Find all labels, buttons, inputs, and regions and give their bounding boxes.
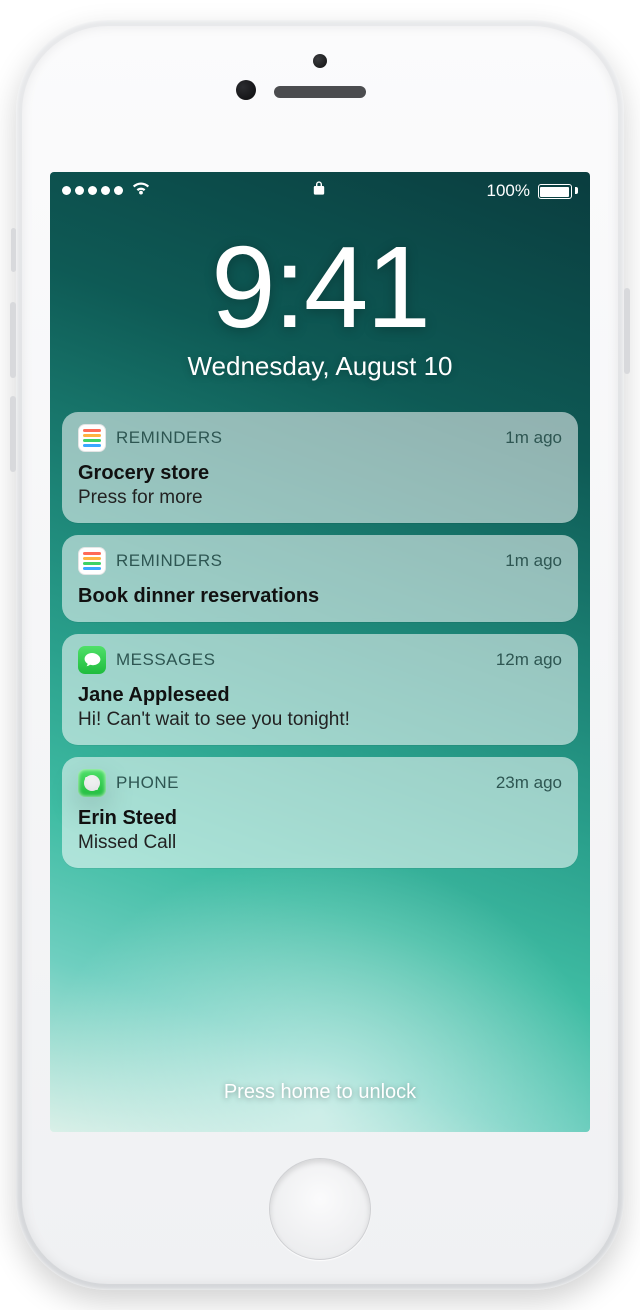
notification-time-ago: 23m ago [496, 773, 562, 793]
stage: 100% 9:41 Wednesday, August 10 REMINDERS… [0, 0, 640, 1310]
notification-body: Hi! Can't wait to see you tonight! [78, 709, 562, 731]
unlock-hint: Press home to unlock [50, 1081, 590, 1104]
notification-title: Grocery store [78, 462, 562, 485]
mute-switch[interactable] [11, 228, 16, 272]
front-camera-icon [313, 54, 327, 68]
notification-app-name: REMINDERS [116, 428, 223, 448]
notification-card[interactable]: MESSAGES 12m ago Jane Appleseed Hi! Can'… [62, 634, 578, 745]
reminders-app-icon [78, 424, 106, 452]
volume-up-button[interactable] [10, 302, 16, 378]
signal-strength-icon [62, 186, 123, 195]
notification-card[interactable]: REMINDERS 1m ago Grocery store Press for… [62, 412, 578, 523]
battery-percent: 100% [487, 181, 530, 201]
lock-icon [313, 180, 325, 201]
battery-icon [538, 182, 578, 199]
notification-list[interactable]: REMINDERS 1m ago Grocery store Press for… [62, 412, 578, 868]
notification-title: Erin Steed [78, 807, 562, 830]
phone-chassis: 100% 9:41 Wednesday, August 10 REMINDERS… [16, 20, 624, 1290]
messages-app-icon [78, 646, 106, 674]
phone-app-icon [78, 769, 106, 797]
notification-body: Missed Call [78, 832, 562, 854]
status-bar: 100% [50, 172, 590, 205]
wifi-icon [131, 180, 151, 201]
notification-app-name: REMINDERS [116, 551, 223, 571]
earpiece-speaker [274, 86, 366, 98]
notification-app-name: MESSAGES [116, 650, 215, 670]
notification-body: Press for more [78, 487, 562, 509]
home-button[interactable] [269, 1158, 371, 1260]
lock-screen[interactable]: 100% 9:41 Wednesday, August 10 REMINDERS… [50, 172, 590, 1132]
notification-title: Book dinner reservations [78, 585, 562, 608]
notification-title: Jane Appleseed [78, 684, 562, 707]
volume-down-button[interactable] [10, 396, 16, 472]
notification-card[interactable]: PHONE 23m ago Erin Steed Missed Call [62, 757, 578, 868]
notification-app-name: PHONE [116, 773, 179, 793]
clock-time: 9:41 [50, 229, 590, 345]
notification-card[interactable]: REMINDERS 1m ago Book dinner reservation… [62, 535, 578, 622]
proximity-sensor [236, 80, 256, 100]
notification-time-ago: 1m ago [505, 428, 562, 448]
clock-date: Wednesday, August 10 [50, 351, 590, 382]
power-button[interactable] [624, 288, 630, 374]
notification-time-ago: 1m ago [505, 551, 562, 571]
reminders-app-icon [78, 547, 106, 575]
notification-time-ago: 12m ago [496, 650, 562, 670]
